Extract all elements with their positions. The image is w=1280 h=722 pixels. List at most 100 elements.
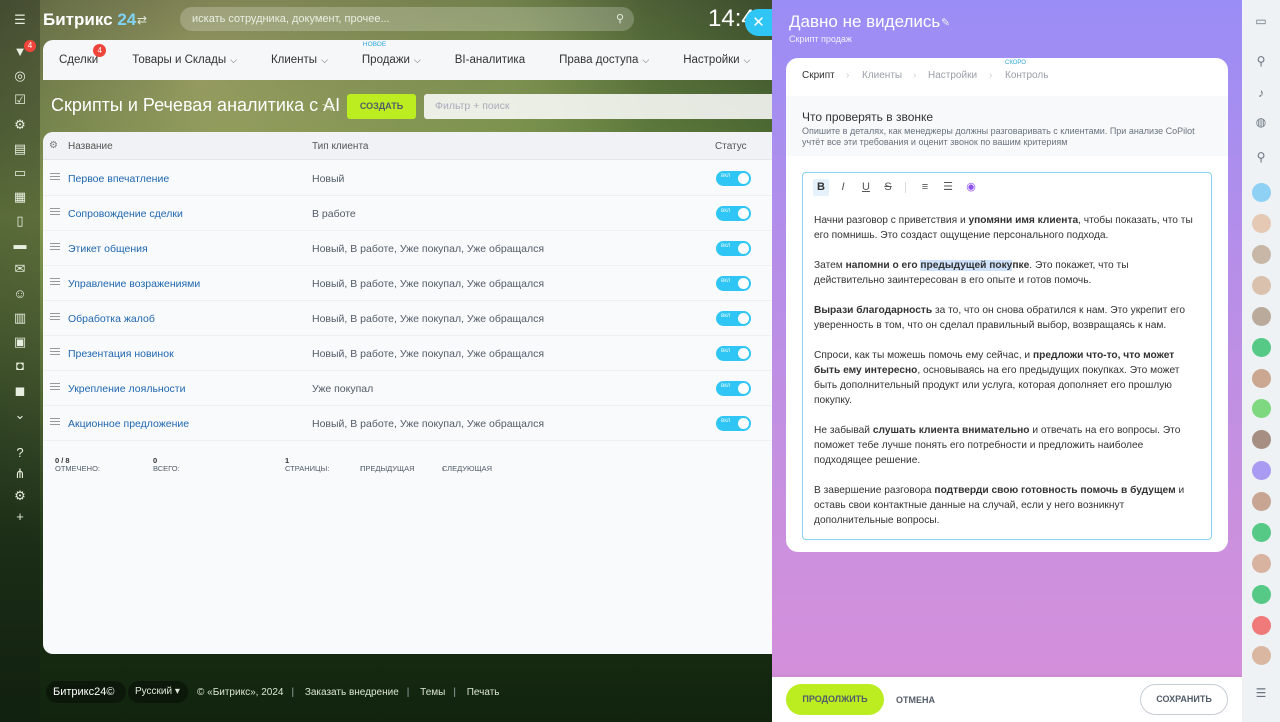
create-button[interactable]: СОЗДАТЬ (347, 94, 416, 119)
status-toggle[interactable]: вкл (716, 381, 751, 396)
settings-icon[interactable]: ⚙ (10, 486, 30, 506)
table-row[interactable]: Обработка жалоб Новый, В работе, Уже пок… (43, 301, 783, 336)
numbered-list-icon[interactable]: ≡ (917, 179, 933, 196)
avatar[interactable] (1252, 523, 1271, 542)
contact-card-icon[interactable]: ▣ (10, 332, 30, 352)
step-script[interactable]: Скрипт (802, 70, 835, 81)
step-settings[interactable]: Настройки (928, 70, 977, 81)
box-icon[interactable]: ◼ (10, 381, 30, 401)
list-icon[interactable]: ☰ (1252, 684, 1270, 702)
drag-handle-icon[interactable] (50, 243, 60, 250)
avatar[interactable] (1252, 616, 1271, 635)
table-row[interactable]: Управление возражениями Новый, В работе,… (43, 266, 783, 301)
chevron-down-circle-icon[interactable]: ⌄ (10, 405, 30, 425)
italic-icon[interactable]: I (835, 179, 851, 196)
avatar[interactable] (1252, 245, 1271, 264)
script-editor[interactable]: B I U S ≡ ☰ ◉ Начни разговор с приветств… (802, 172, 1212, 540)
drag-handle-icon[interactable] (50, 383, 60, 390)
column-status[interactable]: Статус (715, 141, 747, 152)
copilot-icon[interactable]: ◉ (963, 179, 979, 196)
plus-icon[interactable]: + (10, 507, 30, 527)
nav-deals[interactable]: Сделки 4 (59, 44, 107, 66)
help-icon[interactable]: ? (10, 443, 30, 463)
star-icon[interactable]: ☆ (321, 96, 335, 116)
notifications-icon[interactable]: ▭ (1252, 12, 1270, 30)
status-toggle[interactable]: вкл (716, 346, 751, 361)
nav-clients[interactable]: Клиенты ⌵ (271, 54, 328, 66)
script-name-link[interactable]: Укрепление лояльности (68, 383, 185, 395)
column-name[interactable]: Название (68, 141, 113, 152)
nav-access[interactable]: Права доступа ⌵ (559, 54, 649, 66)
bulleted-list-icon[interactable]: ☰ (940, 179, 956, 196)
table-row[interactable]: Презентация новинок Новый, В работе, Уже… (43, 336, 783, 371)
strikethrough-icon[interactable]: S (880, 179, 896, 196)
language-select[interactable]: Русский ▾ (128, 681, 188, 703)
avatar[interactable] (1252, 369, 1271, 388)
drag-handle-icon[interactable] (50, 173, 60, 180)
structure-icon[interactable]: ⋔ (10, 464, 30, 484)
status-toggle[interactable]: вкл (716, 311, 751, 326)
avatar[interactable] (1252, 399, 1271, 418)
step-control[interactable]: Контроль (1005, 70, 1048, 81)
script-name-link[interactable]: Этикет общения (68, 243, 148, 255)
step-clients[interactable]: Клиенты (862, 70, 902, 81)
calendar-icon[interactable]: ▦ (10, 187, 30, 207)
script-name-link[interactable]: Обработка жалоб (68, 313, 155, 325)
drag-handle-icon[interactable] (50, 313, 60, 320)
close-slider-button[interactable]: ✕ (745, 9, 772, 36)
avatar[interactable] (1252, 214, 1271, 233)
script-name-link[interactable]: Первое впечатление (68, 173, 169, 185)
underline-icon[interactable]: U (858, 179, 874, 196)
drag-handle-icon[interactable] (50, 208, 60, 215)
table-row[interactable]: Акционное предложение Новый, В работе, У… (43, 406, 783, 441)
copilot-chat-icon[interactable]: ◍ (1252, 113, 1270, 131)
search-contacts-icon[interactable]: ⚲ (1252, 148, 1270, 166)
avatar[interactable] (1252, 646, 1271, 665)
tasks-icon[interactable]: ☑ (10, 90, 30, 110)
nav-products[interactable]: Товары и Склады ⌵ (132, 54, 237, 66)
avatar[interactable] (1252, 430, 1271, 449)
script-name-link[interactable]: Акционное предложение (68, 418, 189, 430)
bell-icon[interactable]: ♪ (1252, 84, 1270, 102)
gears-icon[interactable]: ⚙ (10, 115, 30, 135)
drag-handle-icon[interactable] (50, 278, 60, 285)
drag-handle-icon[interactable] (50, 418, 60, 425)
script-name-link[interactable]: Управление возражениями (68, 278, 200, 290)
table-row[interactable]: Сопровождение сделки В работе вкл (43, 196, 783, 231)
table-row[interactable]: Этикет общения Новый, В работе, Уже поку… (43, 231, 783, 266)
table-row[interactable]: Укрепление лояльности Уже покупал вкл (43, 371, 783, 406)
footer-logo[interactable]: Битрикс24© (46, 681, 126, 703)
chat-icon[interactable]: ▭ (10, 163, 30, 183)
search-icon[interactable]: ⚲ (1252, 52, 1270, 70)
table-row[interactable]: Первое впечатление Новый вкл (43, 161, 783, 196)
status-toggle[interactable]: вкл (716, 206, 751, 221)
menu-icon[interactable]: ☰ (10, 10, 30, 30)
search-input[interactable]: искать сотрудника, документ, прочее... ⚲ (180, 7, 634, 31)
document-icon[interactable]: ▯ (10, 211, 30, 231)
target-icon[interactable]: ◎ (10, 66, 30, 86)
chart-icon[interactable]: ▥ (10, 308, 30, 328)
column-client-type[interactable]: Тип клиента (312, 141, 368, 152)
status-toggle[interactable]: вкл (716, 241, 751, 256)
swap-icon[interactable]: ⇄ (137, 13, 147, 27)
cancel-button[interactable]: ОТМЕНА (896, 695, 935, 705)
avatar[interactable] (1252, 585, 1271, 604)
status-toggle[interactable]: вкл (716, 171, 751, 186)
drag-handle-icon[interactable] (50, 348, 60, 355)
robot-icon[interactable]: ◘ (10, 356, 30, 376)
editor-content[interactable]: Начни разговор с приветствия и упомяни и… (814, 213, 1200, 543)
mail-icon[interactable]: ✉ (10, 259, 30, 279)
avatar[interactable] (1252, 183, 1271, 202)
script-name-link[interactable]: Презентация новинок (68, 348, 174, 360)
gear-icon[interactable]: ⚙ (49, 140, 58, 151)
bold-icon[interactable]: B (813, 179, 829, 196)
pencil-icon[interactable]: ✎ (941, 16, 950, 29)
print-link[interactable]: Печать (467, 687, 500, 698)
avatar[interactable] (1252, 492, 1271, 511)
save-button[interactable]: СОХРАНИТЬ (1140, 684, 1228, 715)
filter-input[interactable]: Фильтр + поиск (424, 94, 784, 119)
avatar[interactable] (1252, 554, 1271, 573)
app-logo[interactable]: Битрикс 24 (43, 10, 136, 30)
nav-bi[interactable]: BI-аналитика (455, 54, 525, 66)
avatar[interactable] (1252, 307, 1271, 326)
